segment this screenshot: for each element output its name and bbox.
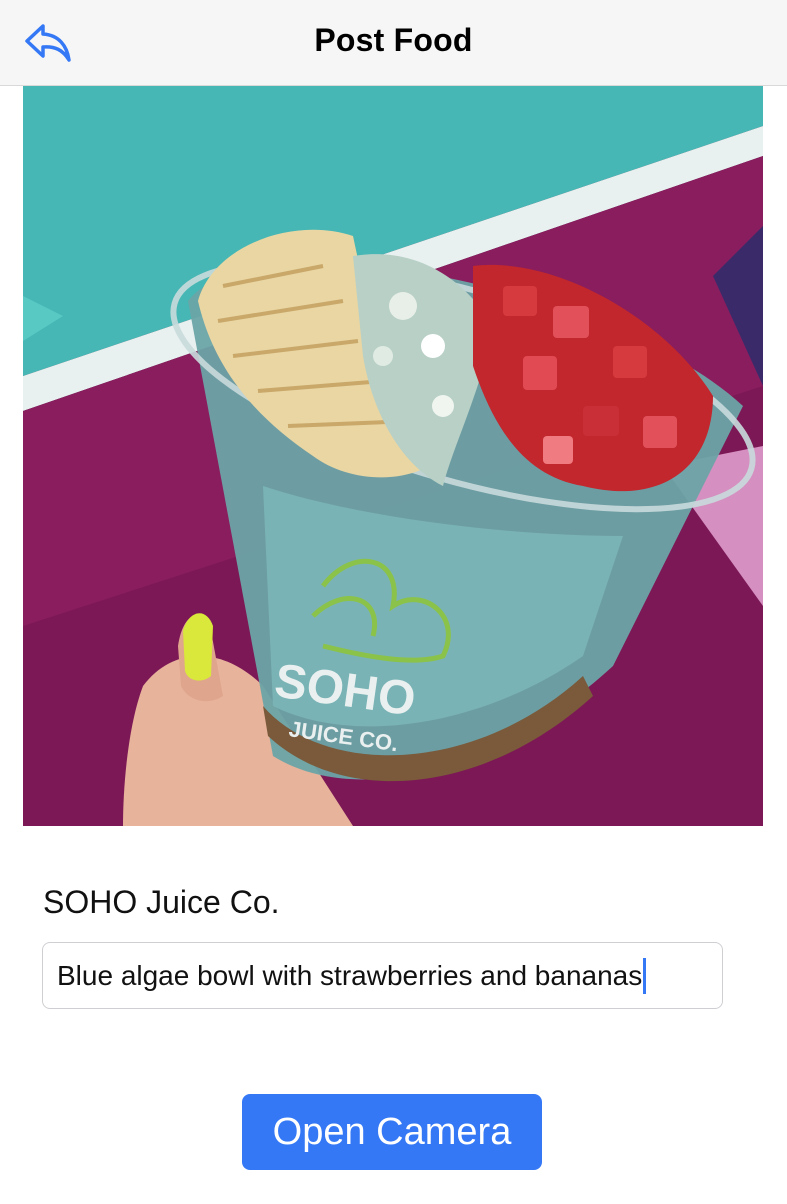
page-title: Post Food bbox=[314, 22, 473, 58]
open-camera-button[interactable]: Open Camera bbox=[242, 1094, 542, 1170]
navigation-bar: Post Food bbox=[0, 0, 787, 86]
text-cursor bbox=[643, 957, 647, 994]
description-field[interactable]: Blue algae bowl with strawberries and ba… bbox=[42, 942, 723, 1009]
place-name-label: SOHO Juice Co. bbox=[43, 884, 280, 920]
description-value: Blue algae bowl with strawberries and ba… bbox=[57, 959, 643, 991]
food-photo: SOHO JUICE CO. bbox=[23, 86, 763, 826]
post-food-screen: Post Food SOHO JUICE CO. SOHO Juice Co. … bbox=[0, 0, 787, 1204]
